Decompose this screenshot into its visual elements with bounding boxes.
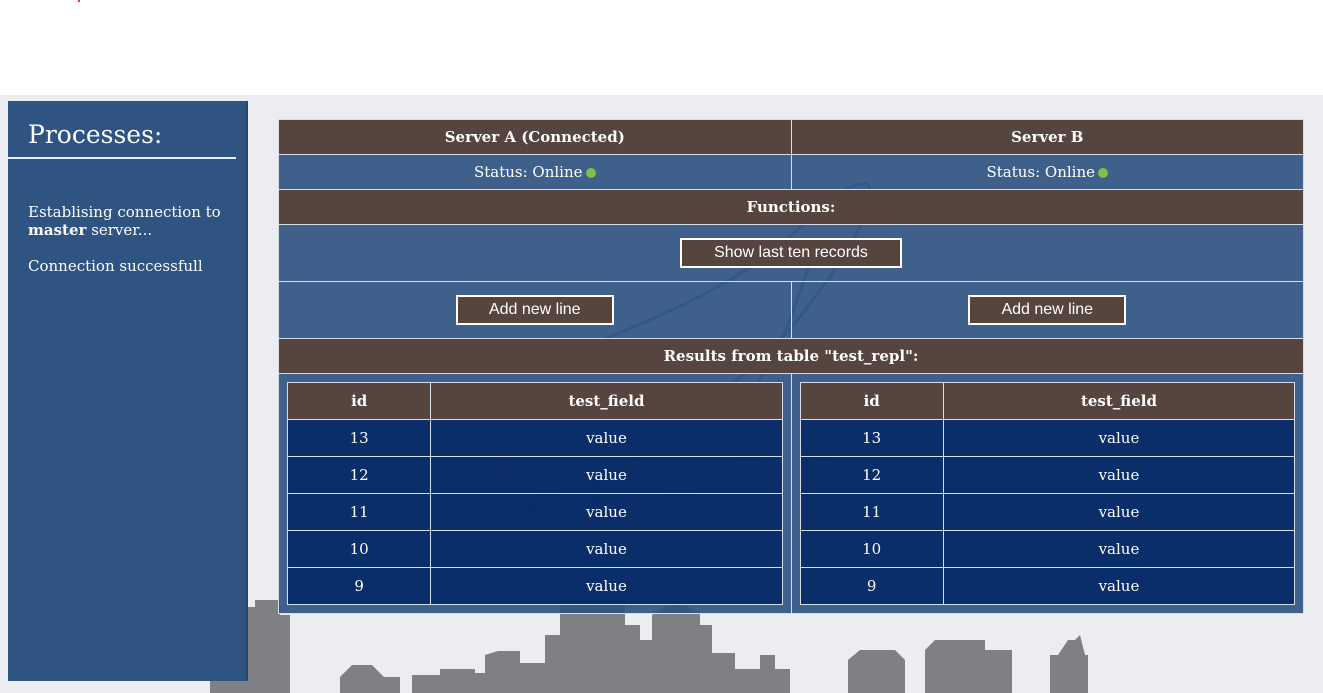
table-row: 10 value: [799, 530, 1296, 568]
top-bar: [0, 0, 1323, 95]
table-row: 9 value: [286, 567, 783, 605]
server-b-results: id test_field 13 value 12 value 11 value 10…: [790, 373, 1304, 614]
server-a-actions: Add new line: [278, 281, 792, 339]
cell-test-field: value: [430, 419, 783, 457]
column-header-id: id: [799, 382, 944, 420]
server-a-status-text: Status: Online: [473, 163, 583, 181]
server-a-results: id test_field 13 value 12 value 11 value 10…: [278, 373, 792, 614]
cell-test-field: value: [430, 530, 783, 568]
table-row: 11 value: [286, 493, 783, 531]
show-last-ten-records-button[interactable]: Show last ten records: [680, 238, 902, 268]
functions-header: Functions:: [278, 189, 1304, 225]
servers-table: Server A (Connected) Server B Status: On…: [278, 119, 1304, 614]
cell-test-field: value: [430, 456, 783, 494]
online-indicator-icon: [1098, 168, 1109, 178]
server-b-actions: Add new line: [790, 281, 1304, 339]
server-a-header: Server A (Connected): [278, 119, 792, 155]
table-row: 12 value: [799, 456, 1296, 494]
table-row: 11 value: [799, 493, 1296, 531]
results-table-a: id test_field 13 value 12 value 11 value 10…: [286, 382, 783, 605]
cell-id: 11: [799, 493, 944, 531]
cell-id: 12: [286, 456, 432, 494]
server-b-status: Status: Online: [790, 154, 1304, 190]
cell-id: 11: [286, 493, 432, 531]
table-row: 12 value: [286, 456, 783, 494]
log-entry-server: master: [28, 221, 87, 239]
cell-id: 10: [799, 530, 944, 568]
processes-sidebar: Processes: Establising connection to mas…: [8, 101, 248, 681]
results-header: Results from table "test_repl":: [278, 338, 1304, 374]
cell-id: 9: [286, 567, 432, 605]
cell-test-field: value: [942, 567, 1296, 605]
cell-test-field: value: [942, 493, 1296, 531]
cell-id: 13: [286, 419, 432, 457]
server-b-header: Server B: [790, 119, 1304, 155]
cell-id: 10: [286, 530, 432, 568]
cell-id: 9: [799, 567, 944, 605]
log-entry-connecting: Establising connection to master server.…: [28, 203, 228, 239]
cell-test-field: value: [942, 456, 1296, 494]
column-header-id: id: [286, 382, 432, 420]
process-log: Establising connection to master server.…: [28, 203, 228, 275]
online-indicator-icon: [585, 168, 596, 178]
log-entry-success: Connection successfull: [28, 257, 203, 275]
cell-test-field: value: [430, 567, 783, 605]
results-table-b: id test_field 13 value 12 value 11 value 10…: [799, 382, 1296, 605]
cell-test-field: value: [942, 530, 1296, 568]
table-row: 10 value: [286, 530, 783, 568]
add-new-line-a-button[interactable]: Add new line: [455, 295, 614, 325]
cell-test-field: value: [942, 419, 1296, 457]
red-mark: [78, 0, 80, 2]
replication-panel: MariaDB Server A (Connected) Server B St…: [278, 119, 1304, 614]
table-row: 13 value: [799, 419, 1296, 457]
sidebar-divider: [8, 157, 236, 159]
cell-id: 13: [799, 419, 944, 457]
column-header-test-field: test_field: [942, 382, 1296, 420]
cell-test-field: value: [430, 493, 783, 531]
server-b-status-text: Status: Online: [986, 163, 1096, 181]
server-a-status: Status: Online: [278, 154, 792, 190]
log-entry-text: Establising connection to: [28, 203, 221, 221]
table-row: 9 value: [799, 567, 1296, 605]
functions-row: Show last ten records: [278, 224, 1304, 282]
cell-id: 12: [799, 456, 944, 494]
add-new-line-b-button[interactable]: Add new line: [968, 295, 1127, 325]
log-entry-suffix: server...: [86, 221, 153, 239]
column-header-test-field: test_field: [430, 382, 783, 420]
table-row: 13 value: [286, 419, 783, 457]
sidebar-title: Processes:: [28, 120, 163, 149]
